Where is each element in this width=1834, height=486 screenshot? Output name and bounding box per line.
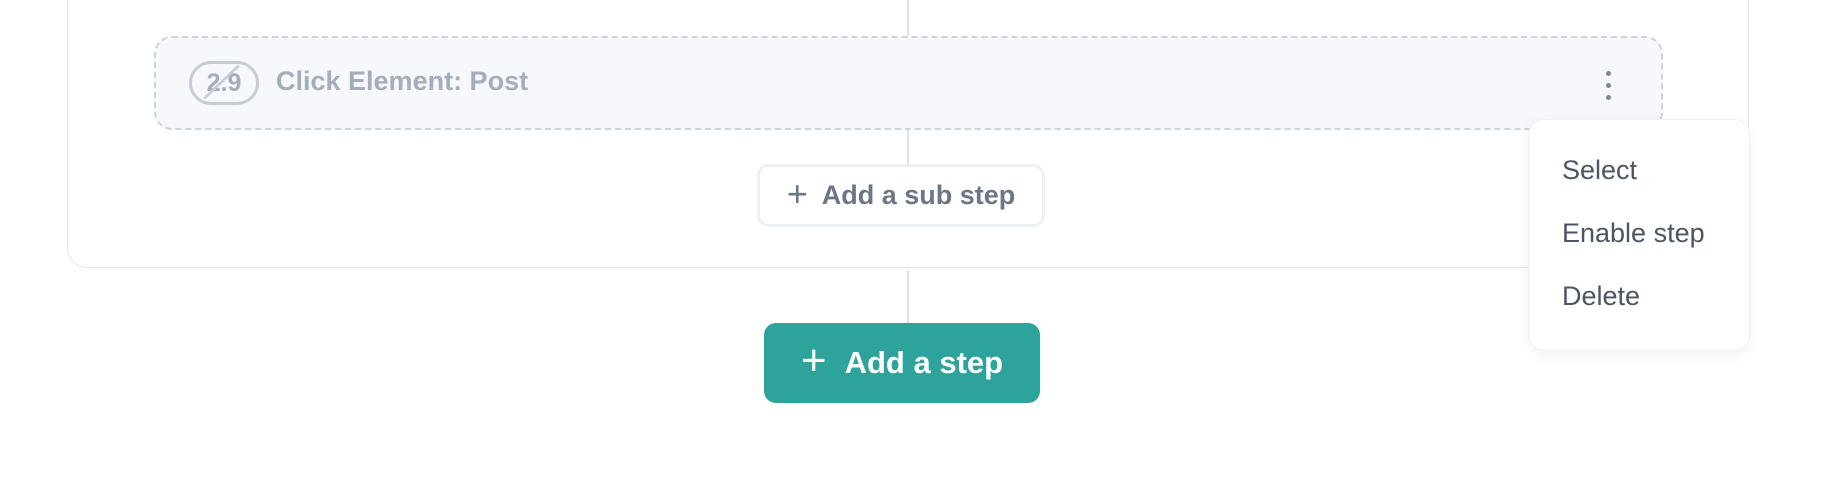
disabled-strike-icon — [203, 64, 240, 100]
add-step-label: Add a step — [844, 345, 1004, 380]
workflow-canvas: 2.9 Click Element: Post + Add a sub step… — [0, 0, 1834, 486]
connector-line-top — [907, 0, 909, 36]
plus-icon: + — [786, 173, 808, 214]
add-sub-step-button[interactable]: + Add a sub step — [757, 164, 1045, 227]
substep-card-disabled[interactable]: 2.9 Click Element: Post — [154, 36, 1663, 130]
substep-title: Click Element: Post — [276, 66, 529, 96]
connector-line-bottom — [907, 270, 909, 323]
menu-item-delete[interactable]: Delete — [1529, 258, 1749, 335]
kebab-icon[interactable] — [1596, 65, 1620, 105]
plus-icon: + — [800, 336, 827, 385]
substep-number-badge: 2.9 — [189, 61, 259, 105]
context-menu: Select Enable step Delete — [1528, 119, 1750, 351]
add-step-button[interactable]: + Add a step — [764, 323, 1040, 403]
add-sub-step-label: Add a sub step — [821, 180, 1016, 210]
connector-line-middle — [907, 130, 909, 164]
